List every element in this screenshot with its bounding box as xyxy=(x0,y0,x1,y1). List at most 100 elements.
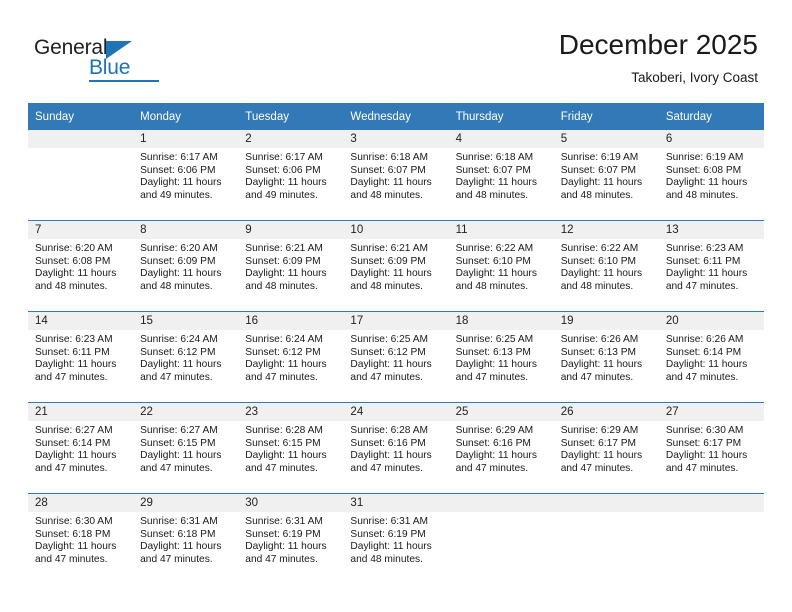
calendar-day-cell[interactable]: 13 Sunrise: 6:23 AM Sunset: 6:11 PM Dayligh… xyxy=(658,220,764,312)
daylight-text: and 47 minutes. xyxy=(245,553,318,565)
day-cell-inner: 6 Sunrise: 6:19 AM Sunset: 6:08 PM Daylight… xyxy=(658,130,764,220)
calendar-day-cell[interactable]: 18 Sunrise: 6:25 AM Sunset: 6:13 PM Dayligh… xyxy=(448,311,554,403)
day-detail-lines: Sunrise: 6:23 AM Sunset: 6:11 PM Daylight:… xyxy=(28,330,133,384)
sunset-text: Sunset: 6:16 PM xyxy=(455,437,531,449)
sunrise-text: Sunrise: 6:23 AM xyxy=(665,243,744,254)
day-detail-lines: Sunrise: 6:24 AM Sunset: 6:12 PM Daylight:… xyxy=(238,330,343,384)
day-detail-lines: Sunrise: 6:19 AM Sunset: 6:07 PM Daylight:… xyxy=(554,148,659,202)
weekday-header-monday: Monday xyxy=(133,103,239,130)
daylight-text: and 48 minutes. xyxy=(350,189,423,201)
calendar-day-cell xyxy=(658,493,764,584)
sunrise-text: Sunrise: 6:28 AM xyxy=(245,425,323,436)
day-cell-inner: 2 Sunrise: 6:17 AM Sunset: 6:06 PM Daylight… xyxy=(238,130,344,220)
calendar-day-cell[interactable]: 11 Sunrise: 6:22 AM Sunset: 6:10 PM Dayligh… xyxy=(448,220,554,312)
calendar-day-cell[interactable]: 23 Sunrise: 6:28 AM Sunset: 6:15 PM Dayligh… xyxy=(238,402,344,494)
day-number: 11 xyxy=(448,221,554,239)
sunrise-text: Sunrise: 6:22 AM xyxy=(455,243,534,254)
daylight-text: Daylight: 11 hours xyxy=(665,268,748,280)
sunset-text: Sunset: 6:15 PM xyxy=(245,437,321,449)
calendar-day-cell[interactable]: 12 Sunrise: 6:22 AM Sunset: 6:10 PM Dayligh… xyxy=(553,220,659,312)
general-blue-logo[interactable]: General Blue xyxy=(34,36,164,82)
calendar-day-cell[interactable]: 20 Sunrise: 6:26 AM Sunset: 6:14 PM Dayligh… xyxy=(658,311,764,403)
daylight-text: Daylight: 11 hours xyxy=(455,268,537,280)
day-cell-inner: 27 Sunrise: 6:30 AM Sunset: 6:17 PM Dayligh… xyxy=(658,403,764,493)
calendar-day-cell[interactable]: 8 Sunrise: 6:20 AM Sunset: 6:09 PM Daylight… xyxy=(133,220,239,312)
day-detail-lines: Sunrise: 6:28 AM Sunset: 6:16 PM Daylight:… xyxy=(343,421,448,475)
calendar-day-cell[interactable]: 24 Sunrise: 6:28 AM Sunset: 6:16 PM Dayligh… xyxy=(343,402,449,494)
calendar-day-cell[interactable]: 2 Sunrise: 6:17 AM Sunset: 6:06 PM Daylight… xyxy=(238,130,344,221)
daylight-text: and 48 minutes. xyxy=(560,280,634,292)
calendar-day-cell[interactable]: 6 Sunrise: 6:19 AM Sunset: 6:08 PM Daylight… xyxy=(658,130,764,221)
daylight-text: and 47 minutes. xyxy=(350,371,423,383)
daylight-text: Daylight: 11 hours xyxy=(455,177,537,189)
calendar-day-cell[interactable]: 10 Sunrise: 6:21 AM Sunset: 6:09 PM Dayligh… xyxy=(343,220,449,312)
sunset-text: Sunset: 6:09 PM xyxy=(350,255,426,267)
sunrise-text: Sunrise: 6:21 AM xyxy=(245,243,323,254)
sunrise-text: Sunrise: 6:30 AM xyxy=(665,425,744,436)
calendar-day-cell[interactable]: 21 Sunrise: 6:27 AM Sunset: 6:14 PM Dayligh… xyxy=(28,402,134,494)
weekday-header-tuesday: Tuesday xyxy=(238,103,344,130)
calendar-day-cell[interactable]: 27 Sunrise: 6:30 AM Sunset: 6:17 PM Dayligh… xyxy=(658,402,764,494)
day-detail-lines: Sunrise: 6:28 AM Sunset: 6:15 PM Daylight:… xyxy=(238,421,343,475)
day-cell-inner: 17 Sunrise: 6:25 AM Sunset: 6:12 PM Dayligh… xyxy=(343,312,449,402)
day-number: 15 xyxy=(133,312,239,330)
day-number: 18 xyxy=(448,312,554,330)
calendar-day-cell[interactable]: 30 Sunrise: 6:31 AM Sunset: 6:19 PM Dayligh… xyxy=(238,493,344,584)
day-cell-inner: 24 Sunrise: 6:28 AM Sunset: 6:16 PM Dayligh… xyxy=(343,403,449,493)
calendar-day-cell[interactable]: 15 Sunrise: 6:24 AM Sunset: 6:12 PM Dayligh… xyxy=(133,311,239,403)
calendar-day-cell[interactable]: 3 Sunrise: 6:18 AM Sunset: 6:07 PM Daylight… xyxy=(343,130,449,221)
calendar-day-cell[interactable]: 16 Sunrise: 6:24 AM Sunset: 6:12 PM Dayligh… xyxy=(238,311,344,403)
calendar-day-cell[interactable]: 31 Sunrise: 6:31 AM Sunset: 6:19 PM Dayligh… xyxy=(343,493,449,584)
day-number: 25 xyxy=(448,403,554,421)
sunset-text: Sunset: 6:19 PM xyxy=(245,528,321,540)
day-detail-lines: Sunrise: 6:22 AM Sunset: 6:10 PM Daylight:… xyxy=(449,239,554,293)
day-cell-inner: 12 Sunrise: 6:22 AM Sunset: 6:10 PM Dayligh… xyxy=(553,221,659,311)
day-detail-lines: Sunrise: 6:22 AM Sunset: 6:10 PM Daylight:… xyxy=(554,239,659,293)
day-detail-lines: Sunrise: 6:20 AM Sunset: 6:09 PM Daylight:… xyxy=(133,239,238,293)
sunset-text: Sunset: 6:10 PM xyxy=(455,255,531,267)
calendar-day-cell[interactable]: 17 Sunrise: 6:25 AM Sunset: 6:12 PM Dayligh… xyxy=(343,311,449,403)
day-number: 19 xyxy=(553,312,659,330)
daylight-text: Daylight: 11 hours xyxy=(245,541,327,553)
logo-underline xyxy=(89,80,159,82)
daylight-text: Daylight: 11 hours xyxy=(140,541,222,553)
sunrise-text: Sunrise: 6:27 AM xyxy=(35,425,113,436)
calendar-day-cell[interactable]: 9 Sunrise: 6:21 AM Sunset: 6:09 PM Daylight… xyxy=(238,220,344,312)
day-cell-inner: 14 Sunrise: 6:23 AM Sunset: 6:11 PM Dayligh… xyxy=(28,312,134,402)
day-detail-lines xyxy=(28,148,133,152)
calendar-day-cell[interactable]: 1 Sunrise: 6:17 AM Sunset: 6:06 PM Daylight… xyxy=(133,130,239,221)
day-cell-inner: 4 Sunrise: 6:18 AM Sunset: 6:07 PM Daylight… xyxy=(448,130,554,220)
day-number: 22 xyxy=(133,403,239,421)
calendar-day-cell[interactable]: 22 Sunrise: 6:27 AM Sunset: 6:15 PM Dayligh… xyxy=(133,402,239,494)
day-number: 26 xyxy=(553,403,659,421)
calendar-day-cell[interactable]: 29 Sunrise: 6:31 AM Sunset: 6:18 PM Dayligh… xyxy=(133,493,239,584)
sunset-text: Sunset: 6:17 PM xyxy=(560,437,637,449)
day-cell-inner: 7 Sunrise: 6:20 AM Sunset: 6:08 PM Daylight… xyxy=(28,221,134,311)
daylight-text: Daylight: 11 hours xyxy=(455,450,537,462)
daylight-text: Daylight: 11 hours xyxy=(665,177,748,189)
day-number: 16 xyxy=(238,312,344,330)
calendar-day-cell[interactable]: 25 Sunrise: 6:29 AM Sunset: 6:16 PM Dayligh… xyxy=(448,402,554,494)
daylight-text: and 47 minutes. xyxy=(140,462,213,474)
daylight-text: Daylight: 11 hours xyxy=(140,450,222,462)
sunset-text: Sunset: 6:07 PM xyxy=(455,164,531,176)
day-detail-lines: Sunrise: 6:27 AM Sunset: 6:15 PM Daylight:… xyxy=(133,421,238,475)
sunrise-text: Sunrise: 6:31 AM xyxy=(140,516,218,527)
day-cell-inner: 28 Sunrise: 6:30 AM Sunset: 6:18 PM Dayligh… xyxy=(28,494,134,584)
daylight-text: and 47 minutes. xyxy=(560,462,634,474)
daylight-text: Daylight: 11 hours xyxy=(560,177,643,189)
calendar-day-cell[interactable]: 4 Sunrise: 6:18 AM Sunset: 6:07 PM Daylight… xyxy=(448,130,554,221)
calendar-day-cell xyxy=(28,130,134,221)
daylight-text: Daylight: 11 hours xyxy=(350,177,432,189)
calendar-day-cell[interactable]: 5 Sunrise: 6:19 AM Sunset: 6:07 PM Daylight… xyxy=(553,130,659,221)
calendar-day-cell[interactable]: 7 Sunrise: 6:20 AM Sunset: 6:08 PM Daylight… xyxy=(28,220,134,312)
calendar-day-cell[interactable]: 26 Sunrise: 6:29 AM Sunset: 6:17 PM Dayligh… xyxy=(553,402,659,494)
sunrise-text: Sunrise: 6:19 AM xyxy=(560,152,639,163)
calendar-day-cell[interactable]: 28 Sunrise: 6:30 AM Sunset: 6:18 PM Dayligh… xyxy=(28,493,134,584)
day-number xyxy=(658,494,764,512)
day-detail-lines: Sunrise: 6:17 AM Sunset: 6:06 PM Daylight:… xyxy=(133,148,238,202)
sunset-text: Sunset: 6:15 PM xyxy=(140,437,216,449)
calendar-day-cell[interactable]: 19 Sunrise: 6:26 AM Sunset: 6:13 PM Dayligh… xyxy=(553,311,659,403)
daylight-text: and 48 minutes. xyxy=(455,280,529,292)
calendar-day-cell[interactable]: 14 Sunrise: 6:23 AM Sunset: 6:11 PM Dayligh… xyxy=(28,311,134,403)
